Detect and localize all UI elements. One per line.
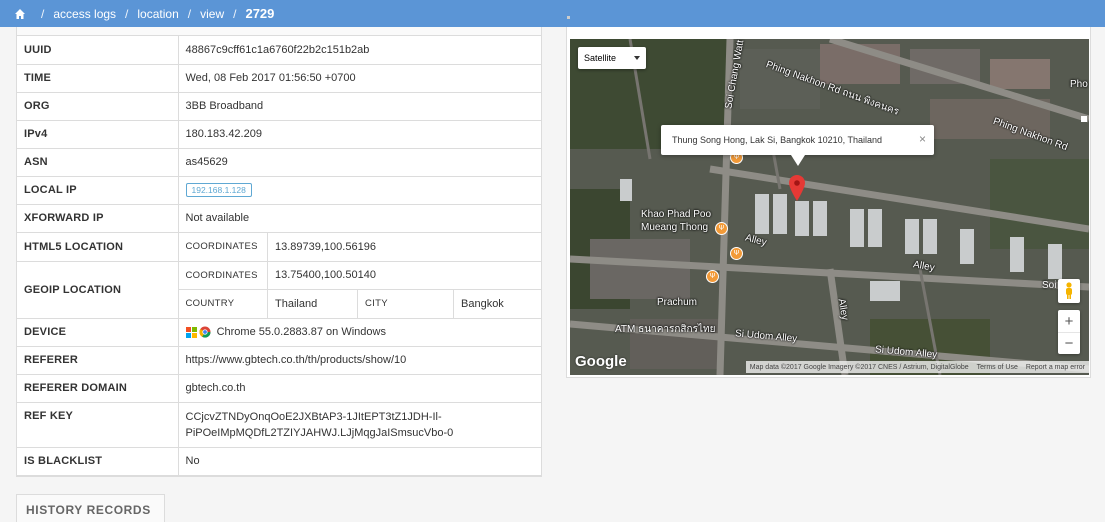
history-records-tab[interactable]: HISTORY RECORDS xyxy=(16,494,165,522)
restaurant-icon[interactable]: Ψ xyxy=(706,270,719,283)
breadcrumb-bar: / access logs / location / view / 2729 xyxy=(0,0,1105,27)
restaurant-icon[interactable]: Ψ xyxy=(715,222,728,235)
street-view-icon[interactable] xyxy=(1058,279,1080,303)
zoom-out-button[interactable]: − xyxy=(1058,332,1080,354)
row-referer: REFERER https://www.gbtech.co.th/th/prod… xyxy=(17,346,541,375)
row-asn: ASN as45629 xyxy=(17,148,541,177)
map-panel: Phing Nakhon Rd ถนน พิงคนคร Phing Nakhon… xyxy=(566,27,1091,378)
html5-location-table: COORDINATES 13.89739,100.56196 xyxy=(179,232,541,261)
row-label: TIME xyxy=(17,64,179,93)
terms-of-use-link[interactable]: Terms of Use xyxy=(973,364,1022,371)
breadcrumb-separator: / xyxy=(233,6,237,21)
breadcrumb-separator: / xyxy=(125,6,129,21)
xforward-ip-value: Not available xyxy=(178,204,541,233)
breadcrumb-view[interactable]: view xyxy=(200,7,224,21)
place-label: Pho xyxy=(1070,79,1088,90)
row-label: XFORWARD IP xyxy=(17,204,179,233)
google-logo: Google xyxy=(575,353,627,370)
org-value: 3BB Broadband xyxy=(178,92,541,121)
row-label: IPv4 xyxy=(17,120,179,149)
close-icon[interactable]: × xyxy=(919,132,926,146)
zoom-control: + − xyxy=(1058,310,1080,354)
row-ipv4: IPv4 180.183.42.209 xyxy=(17,120,541,149)
row-ref-key: REF KEY CCjcvZTNDyOnqOoE2JXBtAP3-1JItEPT… xyxy=(17,402,541,448)
panel-header xyxy=(17,27,541,36)
row-label: GEOIP LOCATION xyxy=(17,261,179,319)
row-label: LOCAL IP xyxy=(17,176,179,205)
time-value: Wed, 08 Feb 2017 01:56:50 +0700 xyxy=(178,64,541,93)
referer-domain-value: gbtech.co.th xyxy=(178,374,541,403)
panel-header-icon xyxy=(567,16,570,19)
row-uuid: UUID 48867c9cff61c1a6760f22b2c151b2ab xyxy=(17,36,541,65)
street-label: Prachum xyxy=(657,297,698,308)
row-referer-domain: REFERER DOMAIN gbtech.co.th xyxy=(17,374,541,403)
row-label: REFERER DOMAIN xyxy=(17,374,179,403)
ref-key-line-1: CCjcvZTNDyOnqOoE2JXBtAP3-1JItEPT3tZ1JDH-… xyxy=(185,410,442,423)
geoip-location-table: COORDINATES 13.75400,100.50140 COUNTRY T… xyxy=(178,261,541,318)
city-value: Bangkok xyxy=(453,289,541,318)
map-type-select[interactable]: Satellite xyxy=(578,47,646,69)
row-label: REFERER xyxy=(17,346,179,375)
coordinates-label: COORDINATES xyxy=(185,241,258,252)
row-is-blacklist: IS BLACKLIST No xyxy=(17,447,541,476)
ipv4-value: 180.183.42.209 xyxy=(178,120,541,149)
map-type-value: Satellite xyxy=(584,53,617,63)
info-window: Thung Song Hong, Lak Si, Bangkok 10210, … xyxy=(661,125,934,155)
row-label: ASN xyxy=(17,148,179,177)
asn-value: as45629 xyxy=(178,148,541,177)
windows-icon xyxy=(185,326,197,338)
access-log-details: UUID 48867c9cff61c1a6760f22b2c151b2ab TI… xyxy=(16,27,542,477)
zoom-in-button[interactable]: + xyxy=(1058,310,1080,332)
device-value: Chrome 55.0.2883.87 on Windows xyxy=(216,325,386,338)
local-ip-badge: 192.168.1.128 xyxy=(185,183,252,197)
place-label: Khao Phad Poo xyxy=(641,209,712,220)
row-label: REF KEY xyxy=(17,402,179,448)
row-label: IS BLACKLIST xyxy=(17,447,179,476)
row-label: DEVICE xyxy=(17,318,179,347)
chrome-icon xyxy=(198,326,211,338)
map-attribution: Map data ©2017 Google Imagery ©2017 CNES… xyxy=(745,361,1089,373)
street-label: Soi xyxy=(1042,280,1057,291)
breadcrumb-access-logs[interactable]: access logs xyxy=(53,7,116,21)
home-icon[interactable] xyxy=(14,8,26,20)
map-data-credit: Map data ©2017 Google Imagery ©2017 CNES… xyxy=(749,363,969,371)
breadcrumb-separator: / xyxy=(187,6,192,21)
breadcrumb-separator: / xyxy=(41,6,45,21)
country-value: Thailand xyxy=(267,289,358,318)
place-label: Mueang Thong xyxy=(641,222,709,233)
referer-value: https://www.gbtech.co.th/th/products/sho… xyxy=(178,346,541,375)
uuid-value: 48867c9cff61c1a6760f22b2c151b2ab xyxy=(178,36,541,65)
restaurant-icon[interactable]: Ψ xyxy=(730,247,743,260)
row-html5-location: HTML5 LOCATION COORDINATES 13.89739,100.… xyxy=(17,232,541,262)
row-local-ip: LOCAL IP 192.168.1.128 xyxy=(17,176,541,205)
ref-key-line-2: PiPOeIMpMQDfL2TZIYJAHWJ.LJjMqgJaISmsucVb… xyxy=(185,426,454,439)
city-label: CITY xyxy=(357,289,454,318)
row-label: UUID xyxy=(17,36,179,65)
map-marker-icon[interactable] xyxy=(789,175,805,201)
decorative-dot xyxy=(1081,116,1087,122)
chevron-down-icon xyxy=(634,56,640,60)
info-window-tail xyxy=(791,155,805,166)
row-label: HTML5 LOCATION xyxy=(17,232,179,262)
info-window-address: Thung Song Hong, Lak Si, Bangkok 10210, … xyxy=(672,135,882,145)
breadcrumb-location[interactable]: location xyxy=(137,7,178,21)
row-xforward-ip: XFORWARD IP Not available xyxy=(17,204,541,233)
row-geoip-location: GEOIP LOCATION COORDINATES 13.75400,100.… xyxy=(17,261,541,319)
geoip-coordinates-value: 13.75400,100.50140 xyxy=(267,261,541,290)
details-table: UUID 48867c9cff61c1a6760f22b2c151b2ab TI… xyxy=(17,36,541,476)
report-map-error-link[interactable]: Report a map error xyxy=(1022,364,1089,371)
row-org: ORG 3BB Broadband xyxy=(17,92,541,121)
html5-coordinates-value: 13.89739,100.56196 xyxy=(267,232,541,261)
is-blacklist-value: No xyxy=(178,447,541,476)
country-label: COUNTRY xyxy=(178,289,268,318)
row-time: TIME Wed, 08 Feb 2017 01:56:50 +0700 xyxy=(17,64,541,93)
row-label: ORG xyxy=(17,92,179,121)
row-device: DEVICE Chrome 55.0.2883.87 on Windows xyxy=(17,318,541,347)
place-label: ATM ธนาคารกสิกรไทย xyxy=(615,324,716,335)
coordinates-label: COORDINATES xyxy=(185,269,258,281)
satellite-map[interactable]: Phing Nakhon Rd ถนน พิงคนคร Phing Nakhon… xyxy=(570,39,1089,375)
breadcrumb-current: 2729 xyxy=(245,6,275,21)
